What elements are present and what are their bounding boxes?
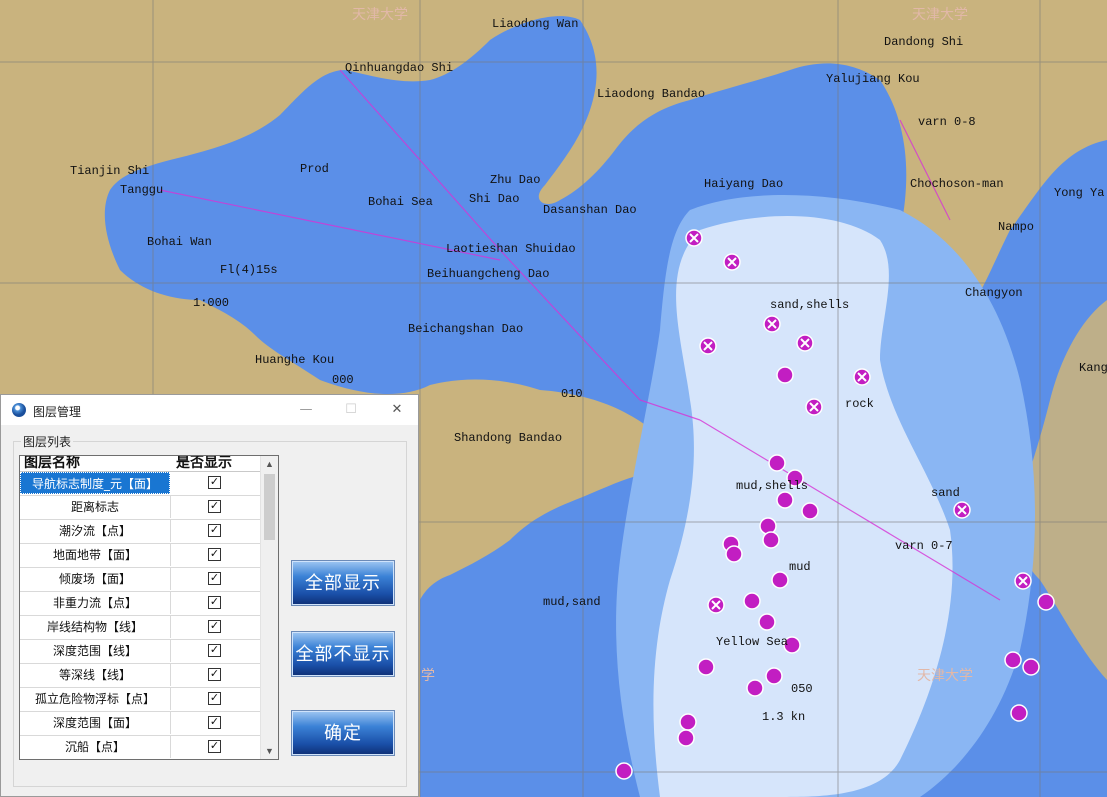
- visibility-checkbox[interactable]: ✓: [208, 548, 221, 561]
- layer-rows: 导航标志制度_元【面】 ✓ 距离标志 ✓ 潮汐流【点】 ✓ 地面地带【面】 ✓ 倾废场【面】 ✓ 非…: [20, 472, 261, 759]
- visibility-checkbox[interactable]: ✓: [208, 500, 221, 513]
- layer-name-cell[interactable]: 孤立危险物浮标【点】: [20, 688, 171, 710]
- visibility-checkbox[interactable]: ✓: [208, 716, 221, 729]
- chart-label: Nampo: [998, 220, 1035, 234]
- table-row[interactable]: 深度范围【面】 ✓: [20, 712, 261, 736]
- chart-label: Liaodong Wan: [492, 17, 579, 31]
- chart-label: sand: [931, 486, 960, 500]
- scroll-down-icon[interactable]: ▼: [261, 743, 278, 759]
- table-row[interactable]: 等深线【线】 ✓: [20, 664, 261, 688]
- chart-label: varn 0-7: [895, 539, 953, 553]
- visibility-checkbox[interactable]: ✓: [208, 572, 221, 585]
- chart-label: Yalujiang Kou: [826, 72, 920, 86]
- watermark-text: 天津大学: [912, 7, 968, 23]
- maximize-icon: ☐: [345, 402, 357, 417]
- layer-name-cell[interactable]: 地面地带【面】: [20, 544, 171, 566]
- chart-label: Yong Ya: [1054, 186, 1105, 200]
- visibility-checkbox[interactable]: ✓: [208, 740, 221, 753]
- scroll-thumb[interactable]: [264, 474, 275, 540]
- chart-label: mud,sand: [543, 595, 601, 609]
- watermark-text: 天津大学: [352, 7, 408, 23]
- chart-label: 050: [791, 682, 813, 696]
- table-row[interactable]: 岸线结构物【线】 ✓: [20, 616, 261, 640]
- chart-label: Kang: [1079, 361, 1107, 375]
- watermark-text: 学: [421, 668, 435, 684]
- watermark-text: 天津大学: [917, 668, 973, 684]
- chart-label: Tanggu: [120, 183, 164, 197]
- table-row[interactable]: 导航标志制度_元【面】 ✓: [20, 472, 261, 496]
- chart-label: Beichangshan Dao: [408, 322, 524, 336]
- table-row[interactable]: 深度范围【线】 ✓: [20, 640, 261, 664]
- chart-label: Changyon: [965, 286, 1023, 300]
- chart-label: Haiyang Dao: [704, 177, 784, 191]
- visibility-checkbox[interactable]: ✓: [208, 620, 221, 633]
- layer-name-cell[interactable]: 等深线【线】: [20, 664, 171, 686]
- visibility-checkbox[interactable]: ✓: [208, 668, 221, 681]
- chart-label: Huanghe Kou: [255, 353, 335, 367]
- visibility-checkbox[interactable]: ✓: [208, 692, 221, 705]
- layer-name-cell[interactable]: 深度范围【线】: [20, 640, 171, 662]
- layer-manager-dialog: 图层管理 — ☐ ✕ 图层列表 图层名称 是否显示 导航标志制度_元【面】 ✓ 距离…: [0, 394, 419, 797]
- table-row[interactable]: 非重力流【点】 ✓: [20, 592, 261, 616]
- chart-label: Tianjin Shi: [70, 164, 150, 178]
- table-row[interactable]: 倾废场【面】 ✓: [20, 568, 261, 592]
- layer-name-cell[interactable]: 岸线结构物【线】: [20, 616, 171, 638]
- table-row[interactable]: 地面地带【面】 ✓: [20, 544, 261, 568]
- layer-name-cell[interactable]: 距离标志: [20, 496, 171, 518]
- minimize-icon[interactable]: —: [286, 397, 326, 423]
- dialog-titlebar[interactable]: 图层管理 — ☐ ✕: [1, 395, 418, 425]
- layer-name-cell[interactable]: 倾废场【面】: [20, 568, 171, 590]
- chart-label: Laotieshan Shuidao: [446, 242, 576, 256]
- chart-label: Liaodong Bandao: [597, 87, 706, 101]
- visibility-checkbox[interactable]: ✓: [208, 524, 221, 537]
- chart-label: Shandong Bandao: [454, 431, 563, 445]
- chart-label: Beihuangcheng Dao: [427, 267, 550, 281]
- layer-name-cell[interactable]: 导航标志制度_元【面】: [20, 472, 170, 494]
- chart-label: 010: [561, 387, 583, 401]
- table-row[interactable]: 距离标志 ✓: [20, 496, 261, 520]
- chart-label: 1.3 kn: [762, 710, 806, 724]
- hide-all-button[interactable]: 全部不显示: [291, 631, 395, 677]
- layer-name-cell[interactable]: 深度范围【面】: [20, 712, 171, 734]
- chart-label: 1:000: [193, 296, 230, 310]
- chart-label: Dasanshan Dao: [543, 203, 637, 217]
- layer-name-cell[interactable]: 沉船【点】: [20, 736, 171, 758]
- visibility-checkbox[interactable]: ✓: [208, 644, 221, 657]
- visibility-checkbox[interactable]: ✓: [208, 476, 221, 489]
- chart-label: 000: [332, 373, 354, 387]
- chart-label: Chochoson-man: [910, 177, 1004, 191]
- layer-grid[interactable]: 图层名称 是否显示 导航标志制度_元【面】 ✓ 距离标志 ✓ 潮汐流【点】 ✓ 地面地带【面…: [19, 455, 279, 760]
- table-row[interactable]: 潮汐流【点】 ✓: [20, 520, 261, 544]
- chart-label: mud: [789, 560, 811, 574]
- chart-label: Fl(4)15s: [220, 263, 278, 277]
- app-globe-icon: [12, 403, 26, 417]
- grid-header: 图层名称 是否显示: [20, 456, 261, 472]
- layer-name-cell[interactable]: 非重力流【点】: [20, 592, 171, 614]
- chart-label: Yellow Sea: [716, 635, 789, 649]
- chart-label: Bohai Wan: [147, 235, 212, 249]
- chart-label: Qinhuangdao Shi: [345, 61, 454, 75]
- layer-list-label: 图层列表: [21, 433, 74, 450]
- chart-label: Prod: [300, 162, 329, 176]
- column-header-layer-name[interactable]: 图层名称: [24, 456, 80, 471]
- chart-label: Bohai Sea: [368, 195, 433, 209]
- column-header-visible[interactable]: 是否显示: [176, 456, 232, 471]
- table-row[interactable]: 沉船【点】 ✓: [20, 736, 261, 759]
- chart-label: sand,shells: [770, 298, 850, 312]
- scroll-up-icon[interactable]: ▲: [261, 456, 278, 472]
- close-icon[interactable]: ✕: [377, 397, 417, 423]
- chart-label: rock: [845, 397, 874, 411]
- chart-label: Zhu Dao: [490, 173, 541, 187]
- show-all-button[interactable]: 全部显示: [291, 560, 395, 606]
- table-row[interactable]: 孤立危险物浮标【点】 ✓: [20, 688, 261, 712]
- vertical-scrollbar[interactable]: ▲ ▼: [260, 456, 278, 759]
- layer-name-cell[interactable]: 潮汐流【点】: [20, 520, 171, 542]
- visibility-checkbox[interactable]: ✓: [208, 596, 221, 609]
- chart-label: Shi Dao: [469, 192, 520, 206]
- chart-label: mud,shells: [736, 479, 809, 493]
- dialog-title: 图层管理: [33, 405, 82, 419]
- chart-label: Dandong Shi: [884, 35, 964, 49]
- chart-label: varn 0-8: [918, 115, 976, 129]
- ok-button[interactable]: 确定: [291, 710, 395, 756]
